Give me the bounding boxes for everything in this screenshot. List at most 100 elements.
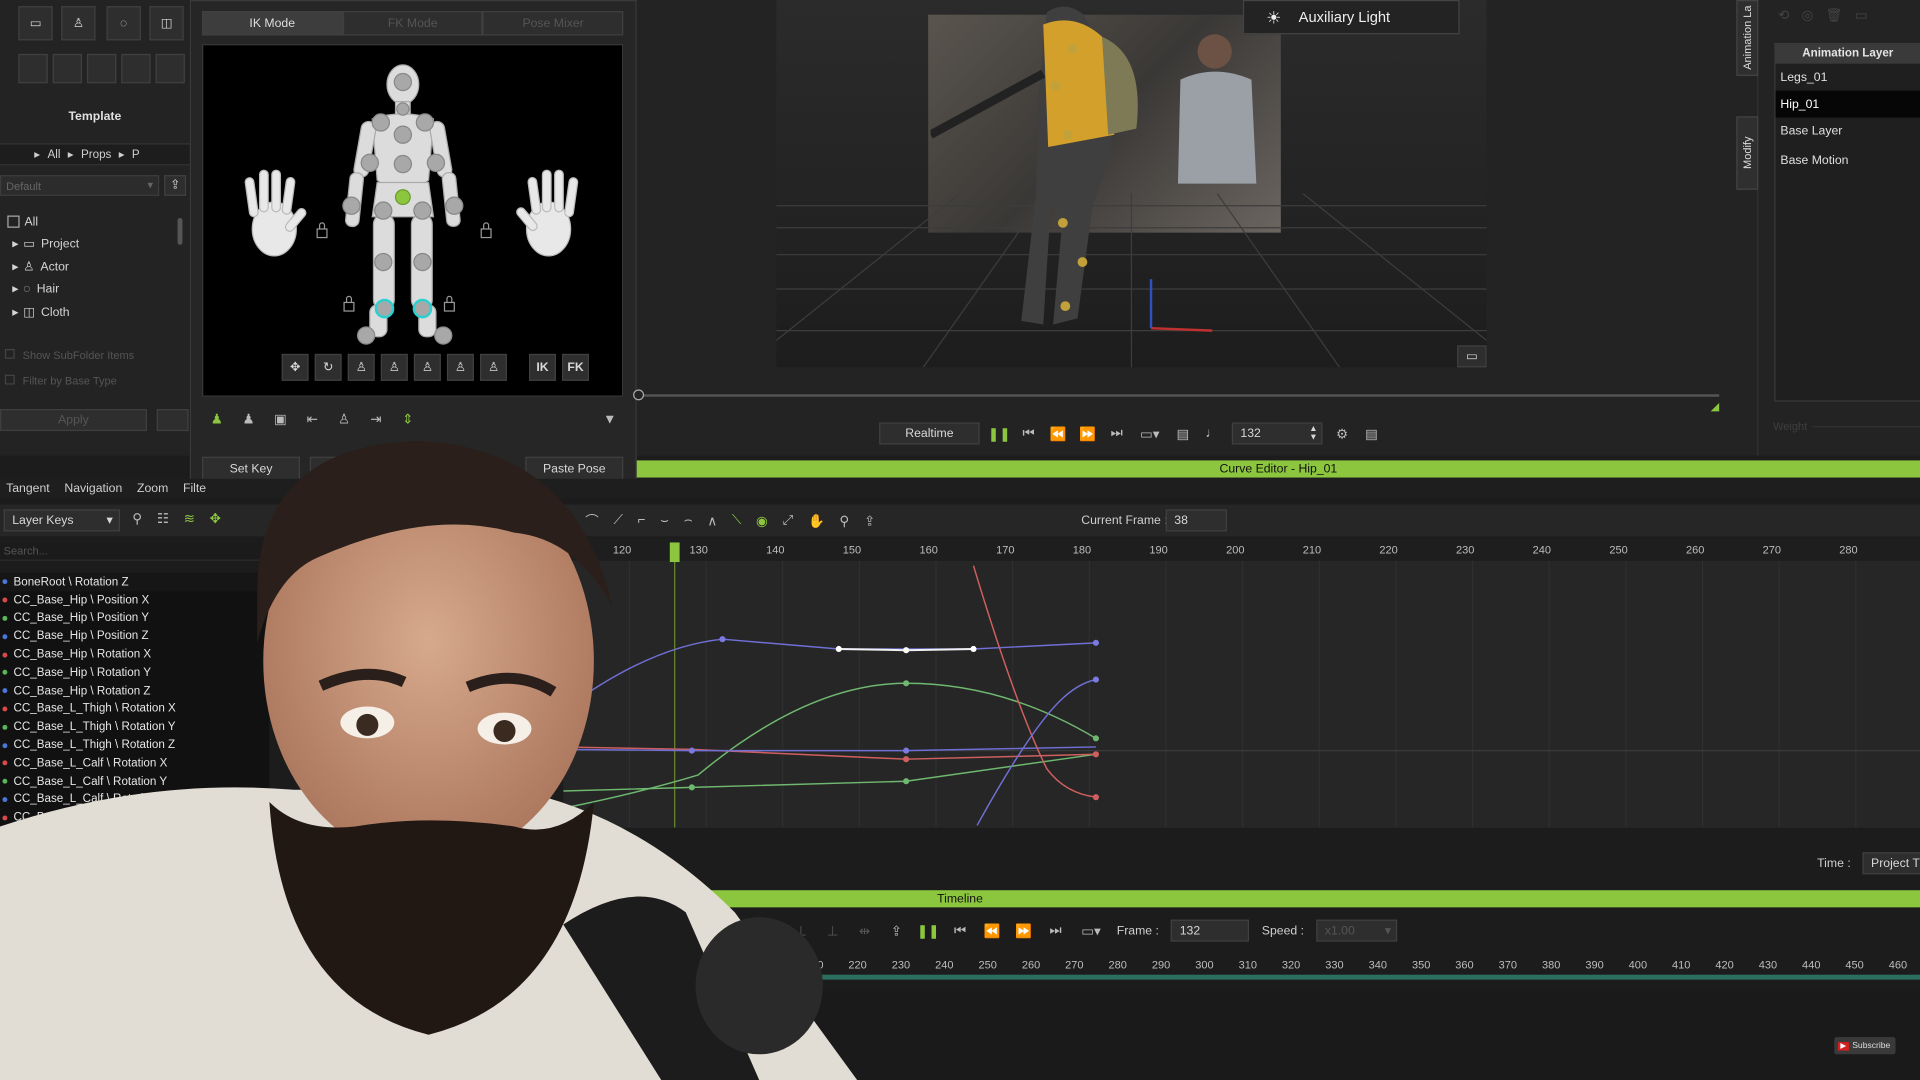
breadcrumb-props[interactable]: Props: [81, 148, 111, 161]
timeline-tick-label: 360: [1455, 958, 1474, 972]
scrubber-handle[interactable]: [633, 389, 645, 401]
show-subfolder-option[interactable]: Show SubFolder Items: [4, 348, 134, 361]
skip-start-icon[interactable]: ⏮: [1019, 426, 1039, 442]
auxiliary-light-label[interactable]: ☀ Auxiliary Light: [1242, 0, 1460, 35]
layer-item-legs[interactable]: Legs_01: [1776, 64, 1920, 91]
skip-end-icon[interactable]: ⏭: [1046, 923, 1066, 939]
tool-icon[interactable]: [52, 53, 83, 84]
rotate-icon[interactable]: ↻: [314, 353, 342, 381]
realtime-select[interactable]: Realtime: [879, 422, 980, 445]
tab-ik-mode[interactable]: IK Mode: [202, 11, 343, 36]
panel-icon[interactable]: ▤: [1362, 426, 1382, 442]
folder-icon[interactable]: ▭: [18, 6, 53, 41]
spinner-icon: ▲ ▼: [1309, 424, 1318, 443]
breadcrumb-p[interactable]: P: [132, 148, 140, 161]
breadcrumb-all[interactable]: All: [47, 148, 60, 161]
move-icon[interactable]: ✥: [281, 353, 309, 381]
fk-button[interactable]: FK: [562, 353, 589, 381]
speed-value: x1.00: [1324, 923, 1355, 938]
hair-icon[interactable]: ◌: [106, 6, 141, 41]
background-person: [1177, 34, 1257, 184]
tab-modify[interactable]: Modify: [1736, 116, 1759, 190]
layer-item-base-motion[interactable]: Base Motion: [1776, 147, 1920, 174]
tool-icon[interactable]: [18, 53, 48, 84]
pose-icon[interactable]: ♙: [446, 353, 474, 381]
timeline-tick-label: 460: [1888, 958, 1908, 972]
layer-option-icon[interactable]: ▭: [1855, 7, 1868, 24]
skip-start-icon[interactable]: ⏮: [950, 923, 970, 939]
tab-pose-mixer[interactable]: Pose Mixer: [482, 11, 624, 36]
tree-item-hair[interactable]: ▸ ◌ Hair: [0, 279, 59, 301]
hip-joint-selected: [394, 189, 411, 206]
delete-layer-icon[interactable]: 🗑: [1826, 7, 1843, 24]
step-back-icon[interactable]: ⏪: [982, 923, 1002, 939]
viewport[interactable]: ☀ Auxiliary Light ▭ Realtime ❚❚ ⏮ ⏪ ⏩ ⏭ …: [633, 0, 1758, 456]
timeline-title: Timeline: [937, 892, 983, 906]
speed-label: Speed :: [1261, 923, 1305, 938]
checkbox-icon: [4, 348, 15, 359]
ik-button[interactable]: IK: [528, 353, 556, 381]
layer-item-hip[interactable]: Hip_01: [1775, 90, 1920, 118]
timeline-frame-input[interactable]: 132: [1171, 919, 1250, 942]
current-frame-input[interactable]: 38: [1165, 509, 1227, 532]
frame-label: Frame :: [1116, 923, 1159, 938]
timeline-tick-label: 280: [1108, 958, 1127, 972]
tab-fk-mode[interactable]: FK Mode: [342, 11, 483, 36]
tree-item-cloth[interactable]: ▸ ◫ Cloth: [0, 301, 69, 323]
tree-item-actor[interactable]: ▸ ♙ Actor: [0, 256, 69, 278]
subscribe-badge[interactable]: ▶ Subscribe: [1834, 1037, 1896, 1055]
curve-editor-title: Curve Editor - Hip_01: [1219, 462, 1338, 476]
time-select[interactable]: Project Ti: [1862, 852, 1920, 875]
music-icon[interactable]: ♩: [1202, 426, 1222, 441]
layer-toolbar: ⟲ ◎ 🗑 ▭: [1778, 7, 1868, 24]
actor-icon[interactable]: ♙: [61, 6, 96, 41]
pose-icon[interactable]: ♙: [380, 353, 408, 381]
timeline-tick-label: 250: [978, 958, 997, 972]
loop-icon[interactable]: ▭▾: [1078, 923, 1105, 939]
tree-label: All: [24, 214, 39, 229]
preset-select[interactable]: Default ▾: [0, 175, 160, 196]
caption-icon[interactable]: ▤: [1173, 426, 1193, 442]
merge-layer-icon[interactable]: ◎: [1802, 7, 1814, 24]
comment-icon[interactable]: ▭: [1457, 345, 1487, 368]
cloth-icon[interactable]: ◫: [149, 6, 184, 41]
chevron-right-icon: ▸: [67, 147, 74, 162]
weight-label: Weight: [1773, 420, 1808, 433]
speed-select[interactable]: x1.00 ▾: [1316, 919, 1398, 942]
tab-animation-layer[interactable]: Animation La: [1736, 0, 1759, 76]
tool-icon[interactable]: [155, 53, 185, 84]
pose-icon[interactable]: ♙: [480, 353, 507, 381]
preset-load-icon[interactable]: ⇪: [164, 175, 187, 196]
pose-icon[interactable]: ♙: [413, 353, 441, 381]
timeline-tick-label: 380: [1541, 958, 1561, 972]
playback-scrubber[interactable]: [636, 394, 1720, 397]
loop-icon[interactable]: ▭▾: [1136, 426, 1163, 442]
timeline-ruler[interactable]: 2102202302402502602702802903003103203303…: [802, 955, 1920, 984]
tree-item-project[interactable]: ▸ ▭ Project: [0, 233, 79, 255]
layer-item-base-layer[interactable]: Base Layer: [1776, 118, 1920, 145]
step-back-icon[interactable]: ⏪: [1048, 426, 1068, 442]
step-forward-icon[interactable]: ⏩: [1078, 426, 1098, 442]
tool-icon[interactable]: [86, 53, 117, 84]
filter-base-type-option[interactable]: Filter by Base Type: [4, 374, 117, 387]
body-picker-figure[interactable]: [203, 45, 624, 398]
export-icon[interactable]: ⇪: [887, 923, 907, 939]
folder-icon: ▭: [23, 237, 35, 252]
tree-scrollbar[interactable]: [177, 217, 183, 245]
tool-icon[interactable]: [121, 53, 151, 84]
pause-icon[interactable]: ❚❚: [988, 426, 1011, 442]
pause-icon[interactable]: ❚❚: [917, 923, 940, 939]
panel-title: Template: [68, 110, 122, 124]
step-forward-icon[interactable]: ⏩: [1014, 923, 1034, 939]
viewport-scene[interactable]: [776, 0, 1487, 368]
weight-slider[interactable]: [1812, 426, 1920, 428]
timeline-track-bar[interactable]: [802, 974, 1920, 980]
frame-input[interactable]: 132 ▲ ▼: [1231, 422, 1323, 445]
ruler-tick-label: 200: [1226, 543, 1245, 556]
skip-end-icon[interactable]: ⏭: [1107, 426, 1127, 442]
add-layer-icon[interactable]: ⟲: [1778, 7, 1789, 24]
tree-item-all[interactable]: All: [0, 211, 38, 233]
timeline-track-area: [802, 989, 1920, 1080]
settings-icon[interactable]: ⚙: [1332, 426, 1352, 442]
pose-icon[interactable]: ♙: [347, 353, 375, 381]
